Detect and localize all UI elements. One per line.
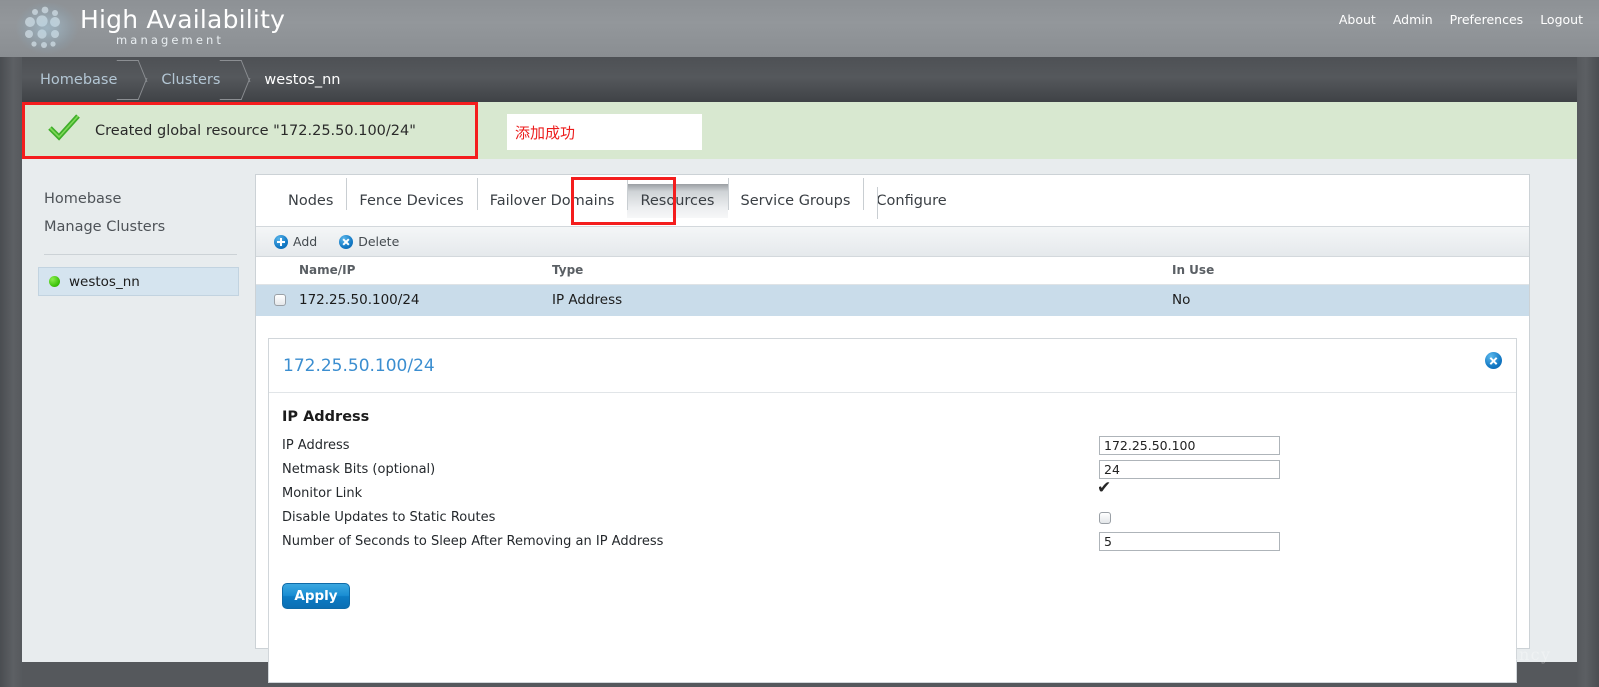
- chevron-right-icon: [222, 57, 248, 102]
- delete-button-label: Delete: [358, 234, 400, 249]
- sidebar-divider: [44, 254, 237, 255]
- row-name-ip: 172.25.50.100/24: [299, 284, 552, 316]
- row-checkbox[interactable]: [274, 294, 286, 306]
- delete-circle-icon: [339, 234, 354, 249]
- app-header: High Availability management About Admin…: [0, 0, 1599, 57]
- topnav-preferences[interactable]: Preferences: [1450, 12, 1524, 27]
- topnav-logout[interactable]: Logout: [1540, 12, 1583, 27]
- resource-toolbar: Add Delete: [256, 227, 1529, 257]
- tab-failover-domains[interactable]: Failover Domains: [476, 177, 628, 218]
- field-label-monitor-link: Monitor Link: [282, 486, 363, 501]
- table-header-row: Name/IP Type In Use: [256, 257, 1529, 285]
- netmask-bits-input[interactable]: [1099, 460, 1280, 479]
- window-left-edge: [0, 57, 22, 687]
- sleep-seconds-input[interactable]: [1099, 532, 1280, 551]
- tab-resources[interactable]: Resources: [627, 177, 728, 218]
- field-row-monitor-link: Monitor Link: [269, 479, 1516, 504]
- topnav-admin[interactable]: Admin: [1393, 12, 1433, 27]
- resource-detail-header: 172.25.50.100/24: [269, 339, 1516, 393]
- chevron-right-icon: [119, 57, 145, 102]
- field-label-ip-address: IP Address: [282, 438, 350, 453]
- row-in-use: No: [1172, 284, 1529, 316]
- apply-button[interactable]: Apply: [282, 583, 350, 609]
- brand-subtitle: management: [116, 33, 225, 47]
- application-window: High Availability management About Admin…: [0, 0, 1599, 687]
- close-circle-icon[interactable]: [1485, 352, 1502, 369]
- window-right-edge: [1577, 57, 1599, 687]
- breadcrumb-item-clusters[interactable]: Clusters: [143, 57, 246, 102]
- sidebar-item-manage-clusters[interactable]: Manage Clusters: [22, 213, 255, 241]
- field-label-disable-updates: Disable Updates to Static Routes: [282, 510, 496, 525]
- add-button-label: Add: [293, 234, 318, 249]
- breadcrumb: Homebase Clusters westos_nn: [22, 57, 1577, 102]
- apply-button-row: Apply: [269, 555, 1516, 609]
- brand-block: High Availability management: [80, 6, 285, 47]
- green-check-icon: [47, 114, 81, 147]
- field-row-sleep-seconds: Number of Seconds to Sleep After Removin…: [269, 531, 1516, 552]
- table-row[interactable]: 172.25.50.100/24 IP Address No: [256, 284, 1529, 316]
- tab-nodes[interactable]: Nodes: [275, 184, 346, 218]
- breadcrumb-item-homebase[interactable]: Homebase: [22, 57, 143, 102]
- row-select-cell[interactable]: [256, 284, 299, 316]
- topnav-about[interactable]: About: [1339, 12, 1376, 27]
- sidebar: Homebase Manage Clusters westos_nn: [22, 159, 255, 662]
- disable-updates-checkbox[interactable]: [1099, 511, 1111, 524]
- annotation-note-text: 添加成功: [515, 123, 576, 142]
- annotation-note: 添加成功: [507, 114, 702, 150]
- monitor-link-checkbox[interactable]: [1097, 479, 1111, 500]
- green-status-dot-icon: [49, 276, 60, 287]
- row-type: IP Address: [552, 284, 1172, 316]
- column-select: [256, 257, 299, 285]
- resources-table: Name/IP Type In Use 172.25.50.100/24 IP …: [256, 257, 1529, 316]
- page-canvas: Created global resource "172.25.50.100/2…: [22, 102, 1577, 683]
- status-banner-message: Created global resource "172.25.50.100/2…: [95, 122, 416, 139]
- column-type: Type: [552, 257, 1172, 285]
- breadcrumb-label: westos_nn: [264, 71, 341, 88]
- field-label-sleep-seconds: Number of Seconds to Sleep After Removin…: [282, 534, 664, 549]
- brand-title: High Availability: [80, 5, 286, 34]
- resource-detail-card: 172.25.50.100/24 IP Address IP Address N…: [268, 338, 1517, 683]
- field-row-disable-updates: Disable Updates to Static Routes: [269, 507, 1516, 528]
- sidebar-item-homebase[interactable]: Homebase: [22, 185, 255, 213]
- tab-bar-end-divider: [877, 187, 878, 219]
- field-row-netmask-bits: Netmask Bits (optional): [269, 459, 1516, 480]
- status-banner-highlight: Created global resource "172.25.50.100/2…: [22, 102, 478, 159]
- add-resource-button[interactable]: Add: [274, 234, 317, 249]
- ip-address-input[interactable]: [1099, 436, 1280, 455]
- resource-detail-section-title: IP Address: [282, 409, 370, 425]
- tab-fence-devices[interactable]: Fence Devices: [346, 177, 476, 218]
- status-banner: Created global resource "172.25.50.100/2…: [22, 102, 1577, 159]
- watermark-text: https://blog.csdn.net/JaneNancy: [1248, 645, 1552, 664]
- field-label-netmask-bits: Netmask Bits (optional): [282, 462, 436, 477]
- column-name-ip: Name/IP: [299, 257, 552, 285]
- add-circle-icon: [274, 234, 288, 249]
- sidebar-item-westos-nn[interactable]: westos_nn: [38, 267, 239, 296]
- tab-bar: Nodes Fence Devices Failover Domains Res…: [256, 175, 1529, 227]
- delete-resource-button[interactable]: Delete: [339, 234, 399, 249]
- tab-service-groups[interactable]: Service Groups: [727, 177, 864, 218]
- sidebar-cluster-label: westos_nn: [69, 273, 140, 290]
- field-row-ip-address: IP Address: [269, 435, 1516, 456]
- resource-detail-title: 172.25.50.100/24: [283, 355, 435, 376]
- cluster-dots-logo-icon: [16, 2, 78, 54]
- top-navigation: About Admin Preferences Logout: [1339, 12, 1583, 27]
- column-in-use: In Use: [1172, 257, 1529, 285]
- main-panel: Nodes Fence Devices Failover Domains Res…: [255, 174, 1530, 683]
- breadcrumb-item-current: westos_nn: [246, 57, 366, 102]
